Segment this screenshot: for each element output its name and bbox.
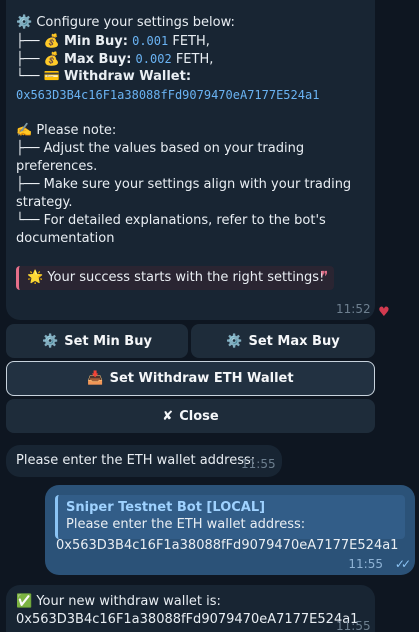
wallet-line: └── 💳 Withdraw Wallet: (16, 68, 365, 86)
max-buy-line: ├── 💰 Max Buy: 0.002 FETH, (16, 50, 365, 68)
reply-text: Please enter the ETH wallet address: (66, 517, 306, 532)
max-buy-unit: FETH, (175, 52, 214, 67)
tree-prefix: └── 💳 (16, 69, 64, 84)
max-buy-label: Max Buy: (63, 52, 132, 67)
prompt-text: Please enter the ETH wallet address: (16, 453, 256, 468)
message-time: 11:55 (348, 557, 383, 571)
note-header: ✍️ Please note: (16, 123, 117, 138)
set-min-buy-button[interactable]: ⚙️ Set Min Buy (6, 324, 188, 358)
close-button[interactable]: ✘ Close (6, 399, 375, 433)
note-2: ├── Make sure your settings align with y… (16, 177, 352, 210)
min-buy-value[interactable]: 0.001 (132, 34, 168, 48)
button-label: Set Withdraw ETH Wallet (109, 371, 294, 386)
wallet-label: Withdraw Wallet: (63, 69, 192, 84)
reply-quote[interactable]: Sniper Testnet Bot [LOCAL] Please enter … (55, 495, 405, 539)
gear-icon: ⚙️ (42, 333, 59, 349)
button-label: Set Max Buy (248, 333, 340, 349)
min-buy-line: ├── 💰 Min Buy: 0.001 FETH, (16, 32, 365, 50)
max-buy-value[interactable]: 0.002 (136, 52, 172, 66)
inbox-tray-icon: 📥 (87, 371, 104, 386)
close-icon: ✘ (162, 408, 174, 424)
new-wallet-address[interactable]: 0x563D3B4c16F1a38088fFd9079470eA7177E524… (16, 611, 365, 629)
tree-prefix: ├── 💰 (16, 52, 64, 67)
read-ticks-icon: ✓✓ (394, 557, 411, 571)
settings-message: ⚙️ Configure your settings below: ├── 💰 … (6, 0, 375, 320)
confirm-text: ✅ Your new withdraw wallet is: (16, 594, 221, 609)
quote-text: 🌟 Your success starts with the right set… (27, 270, 325, 285)
note-3: └── For detailed explanations, refer to … (16, 213, 326, 246)
prompt-message: Please enter the ETH wallet address: 11:… (6, 445, 282, 477)
button-label: Close (179, 408, 219, 424)
gear-icon: ⚙️ (226, 333, 243, 349)
message-time: 11:52 (336, 302, 371, 316)
user-reply-message: Sniper Testnet Bot [LOCAL] Please enter … (45, 485, 415, 575)
note-1: ├── Adjust the values based on your trad… (16, 141, 305, 174)
message-time: 11:55 (336, 619, 371, 632)
wallet-address[interactable]: 0x563D3B4c16F1a38088fFd9079470eA7177E524… (16, 86, 365, 104)
set-max-buy-button[interactable]: ⚙️ Set Max Buy (191, 324, 375, 358)
min-buy-label: Min Buy: (63, 34, 128, 49)
reply-sender: Sniper Testnet Bot [LOCAL] (66, 500, 266, 515)
confirm-message: ✅ Your new withdraw wallet is: 0x563D3B4… (6, 585, 375, 632)
tree-prefix: ├── 💰 (16, 34, 64, 49)
settings-header: ⚙️ Configure your settings below: (16, 15, 235, 30)
heart-reaction-icon[interactable]: ♥ (374, 305, 394, 321)
quote-icon: ❞ (320, 269, 328, 285)
success-quote: 🌟 Your success starts with the right set… (16, 266, 334, 290)
button-label: Set Min Buy (64, 333, 152, 349)
message-time: 11:55 (241, 457, 276, 471)
set-withdraw-wallet-button[interactable]: 📥 Set Withdraw ETH Wallet (6, 361, 375, 396)
user-message-text: 0x563D3B4c16F1a38088fFd9079470eA7177E524… (56, 538, 399, 553)
min-buy-unit: FETH, (172, 34, 210, 49)
